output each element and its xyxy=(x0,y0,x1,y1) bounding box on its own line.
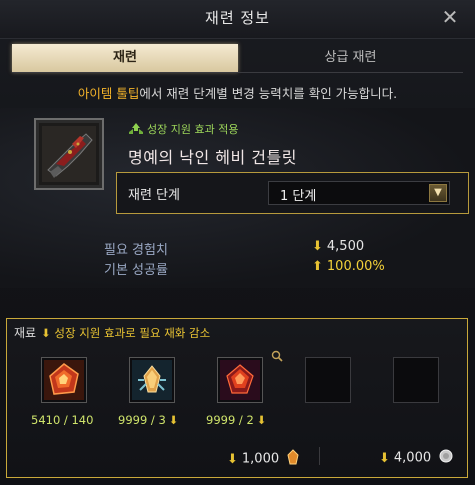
item-icon[interactable] xyxy=(34,118,104,190)
silver-coin-icon xyxy=(439,449,453,467)
materials-header: 재료 ⬇ 성장 지원 효과로 필요 재화 감소 xyxy=(14,324,210,341)
tooltip-highlight: 아이템 툴팁 xyxy=(77,86,140,101)
reduced-arrow-icon: ⬇ xyxy=(227,451,238,467)
material-slot-4-empty xyxy=(305,357,351,403)
crystal-icon xyxy=(132,360,172,400)
refine-stage-select[interactable]: 1 단계 ▼ xyxy=(268,181,450,205)
reduced-arrow-icon: ⬇ xyxy=(256,413,267,427)
base-success-value: ⬆ 100.00% xyxy=(312,259,385,274)
material-count-3-text: 9999 / 2 xyxy=(206,413,254,427)
refining-info-window: 재련 정보 ✕ 재련 상급 재련 아이템 툴팁에서 재련 단계별 변경 능력치를… xyxy=(0,0,475,485)
materials-subtitle: ⬇ 성장 지원 효과로 필요 재화 감소 xyxy=(41,326,211,340)
chevron-down-icon[interactable]: ▼ xyxy=(429,184,447,202)
material-slot-2[interactable] xyxy=(129,357,175,403)
required-exp-value: ⬇ 4,500 xyxy=(312,239,364,254)
window-title: 재련 정보 xyxy=(205,9,270,27)
refine-stage-value: 1 단계 xyxy=(280,189,317,204)
refine-stage-label: 재련 단계 xyxy=(128,188,180,203)
red-stone-icon xyxy=(44,360,84,400)
silver-cost-value: 1,000 xyxy=(241,451,280,467)
growth-support-icon xyxy=(128,122,144,139)
growth-support-text: 성장 지원 효과 적용 xyxy=(147,123,239,136)
cost-divider xyxy=(319,447,320,465)
required-exp-label: 필요 경험치 xyxy=(104,243,168,258)
tab-refine[interactable]: 재련 xyxy=(12,44,238,72)
magnifier-icon[interactable] xyxy=(271,350,283,362)
notice-text: 아이템 툴팁에서 재련 단계별 변경 능력치를 확인 가능합니다. xyxy=(0,83,475,102)
item-name: 명예의 낙인 헤비 건틀릿 xyxy=(128,148,297,167)
material-count-2-text: 9999 / 3 xyxy=(118,413,166,427)
growth-support-row: 성장 지원 효과 적용 xyxy=(128,121,238,137)
shard-icon xyxy=(287,449,299,469)
close-icon[interactable]: ✕ xyxy=(439,6,461,28)
silver-cost: ⬇ 1,000 xyxy=(227,449,299,469)
reduced-arrow-icon: ⬇ xyxy=(312,239,323,254)
gold-cost: ⬇ 4,000 xyxy=(379,449,453,467)
base-success-number: 100.00% xyxy=(326,259,385,274)
red-crystal-icon xyxy=(220,360,260,400)
material-count-3: 9999 / 2 ⬇ xyxy=(206,413,266,427)
refine-stage-box: 재련 단계 1 단계 ▼ xyxy=(116,172,469,214)
title-bar: 재련 정보 ✕ xyxy=(0,0,475,39)
materials-subtitle-text: 성장 지원 효과로 필요 재화 감소 xyxy=(54,326,211,340)
notice-body: 에서 재련 단계별 변경 능력치를 확인 가능합니다. xyxy=(139,86,398,101)
tab-advanced-refine[interactable]: 상급 재련 xyxy=(238,44,463,72)
gauntlet-icon xyxy=(42,126,96,182)
materials-panel: 재료 ⬇ 성장 지원 효과로 필요 재화 감소 5410 / 140 9999 /… xyxy=(6,318,468,478)
material-slot-1[interactable] xyxy=(41,357,87,403)
base-success-label: 기본 성공률 xyxy=(104,263,168,278)
tab-divider xyxy=(12,72,463,73)
increase-arrow-icon: ⬆ xyxy=(312,259,323,274)
material-count-1: 5410 / 140 xyxy=(31,413,94,427)
materials-title: 재료 xyxy=(14,326,37,340)
tab-bar: 재련 상급 재련 xyxy=(12,44,463,72)
material-slot-5-empty xyxy=(393,357,439,403)
material-count-2: 9999 / 3 ⬇ xyxy=(118,413,178,427)
reduced-arrow-icon: ⬇ xyxy=(168,413,179,427)
gold-cost-value: 4,000 xyxy=(393,450,432,466)
reduced-arrow-icon: ⬇ xyxy=(379,450,390,466)
material-slot-3[interactable] xyxy=(217,357,263,403)
required-exp-number: 4,500 xyxy=(326,239,365,254)
